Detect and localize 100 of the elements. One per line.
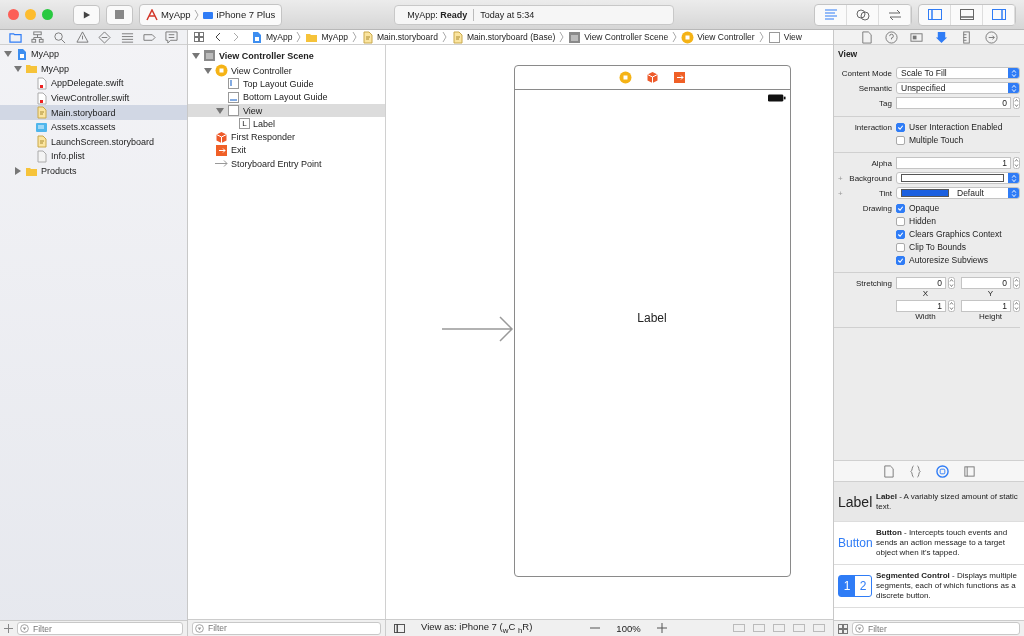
entry-point-arrow[interactable] (441, 316, 514, 342)
disclosure-triangle-icon[interactable] (14, 167, 22, 176)
outline-row[interactable]: Exit (188, 143, 385, 158)
outline-row[interactable]: Bottom Layout Guide (188, 90, 385, 104)
file-row[interactable]: Assets.xcassets (0, 119, 187, 135)
label-text[interactable]: Label (637, 311, 667, 325)
stepper-icon[interactable] (1013, 97, 1020, 109)
disclosure-triangle-icon[interactable] (14, 64, 22, 73)
scheme-selector[interactable]: MyApp iPhone 7 Plus (139, 3, 283, 26)
outline-row[interactable]: View (188, 103, 385, 118)
outline-row[interactable]: Storyboard Entry Point (188, 157, 385, 171)
stepper-icon[interactable] (948, 277, 955, 289)
filter-field[interactable]: Filter (852, 622, 1020, 635)
file-row[interactable]: Main.storyboard (0, 105, 187, 120)
arrow-circle-icon[interactable] (985, 30, 998, 44)
breadcrumb-item[interactable]: Main.storyboard (360, 30, 438, 44)
file-row[interactable]: Info.plist (0, 149, 187, 164)
number-field[interactable]: 1 (896, 300, 946, 312)
stepper-icon[interactable] (1013, 157, 1020, 169)
checkbox[interactable] (896, 135, 905, 145)
breadcrumb-item[interactable]: View Controller (681, 30, 755, 44)
disclosure-triangle-icon[interactable] (192, 51, 200, 60)
library-item[interactable]: Button Button - Intercepts touch events and sends an action message to a target object when it's tapped. (834, 522, 1024, 565)
diamond-icon[interactable] (98, 30, 112, 44)
layout-tool-icon[interactable] (733, 623, 745, 633)
number-field[interactable]: 0 (896, 277, 946, 289)
close-button[interactable] (8, 9, 19, 20)
speech-bubble-icon[interactable] (165, 30, 179, 44)
disclosure-triangle-icon[interactable] (216, 106, 224, 115)
outline-row[interactable]: L Label (188, 117, 385, 131)
library-item[interactable]: Label Label - A variably sized amount of static text. (834, 482, 1024, 522)
number-field[interactable]: 1 (961, 300, 1011, 312)
view-controller-scene[interactable]: Label (513, 65, 791, 577)
object-library-icon[interactable] (936, 464, 949, 478)
color-popup[interactable] (896, 172, 1020, 184)
breadcrumb-item[interactable]: View Controller Scene (568, 30, 669, 44)
add-icon[interactable] (4, 624, 13, 633)
filter-field[interactable]: Filter (192, 621, 381, 635)
panel-toggle-control[interactable] (918, 3, 1016, 26)
id-card-icon[interactable] (910, 30, 923, 44)
file-row[interactable]: MyApp (0, 61, 187, 77)
outline-row[interactable]: View Controller Scene (188, 47, 385, 64)
layout-tool-icon[interactable] (773, 623, 785, 633)
file-row[interactable]: ViewController.swift (0, 90, 187, 106)
view-as-text[interactable]: View as: iPhone 7 ($_{w}$C $_{h}$R) (421, 621, 533, 635)
attributes-icon[interactable] (935, 30, 948, 44)
checkbox[interactable] (896, 122, 905, 132)
list-icon[interactable] (120, 30, 134, 44)
document-icon[interactable] (882, 464, 895, 478)
folder-icon[interactable] (8, 30, 22, 44)
file-row[interactable]: LaunchScreen.storyboard (0, 134, 187, 150)
outline-row[interactable]: Top Layout Guide (188, 77, 385, 91)
help-icon[interactable] (885, 30, 898, 44)
hierarchy-icon[interactable] (31, 30, 45, 44)
file-row[interactable]: Products (0, 163, 187, 179)
stop-button[interactable] (106, 4, 133, 25)
search-icon[interactable] (53, 30, 67, 44)
zoom-button[interactable] (42, 9, 53, 20)
stepper-icon[interactable] (1013, 300, 1020, 312)
stepper-icon[interactable] (948, 300, 955, 312)
layout-tool-icon[interactable] (813, 623, 825, 633)
disclosure-triangle-icon[interactable] (204, 66, 212, 75)
run-button[interactable] (73, 4, 100, 25)
checkbox[interactable] (896, 203, 905, 213)
number-field[interactable]: 0 (961, 277, 1011, 289)
popup-button[interactable]: Unspecified (896, 82, 1020, 94)
grid-icon[interactable] (194, 32, 204, 42)
checkbox[interactable] (896, 229, 905, 239)
breadcrumb-item[interactable]: MyApp (250, 30, 293, 44)
document-icon[interactable] (860, 30, 873, 44)
disclosure-triangle-icon[interactable] (4, 50, 12, 59)
color-popup[interactable]: Default (896, 187, 1020, 199)
filter-field[interactable]: Filter (17, 622, 183, 635)
film-icon[interactable] (963, 464, 976, 478)
layout-tool-icon[interactable] (753, 623, 765, 633)
breadcrumb-item[interactable]: View (767, 30, 802, 44)
braces-icon[interactable] (909, 464, 922, 478)
forward-icon[interactable] (232, 32, 240, 42)
back-icon[interactable] (214, 32, 222, 42)
outline-row[interactable]: View Controller (188, 64, 385, 78)
checkbox[interactable] (896, 255, 905, 265)
breadcrumb-item[interactable]: Main.storyboard (Base) (450, 30, 556, 44)
grid-icon[interactable] (838, 623, 848, 634)
warning-icon[interactable] (75, 30, 89, 44)
ruler-icon[interactable] (960, 30, 973, 44)
popup-button[interactable]: Scale To Fill (896, 67, 1020, 79)
file-row[interactable]: AppDelegate.swift (0, 76, 187, 91)
sidebar-toggle-icon[interactable] (394, 623, 405, 633)
stepper-icon[interactable] (1013, 277, 1020, 289)
number-field[interactable]: 1 (896, 157, 1011, 169)
checkbox[interactable] (896, 216, 905, 226)
editor-mode-control[interactable] (814, 3, 912, 26)
file-row[interactable]: MyApp (0, 47, 187, 62)
layout-tool-icon[interactable] (793, 623, 805, 633)
zoom-in-icon[interactable] (656, 623, 667, 633)
breadcrumb-item[interactable]: MyApp (305, 30, 348, 44)
checkbox[interactable] (896, 242, 905, 252)
outline-row[interactable]: First Responder (188, 130, 385, 144)
library-item[interactable]: 1 2 Segmented Control - Displays multiple segments, each of which functions as a discrete button. (834, 565, 1024, 608)
number-field[interactable]: 0 (896, 97, 1011, 109)
